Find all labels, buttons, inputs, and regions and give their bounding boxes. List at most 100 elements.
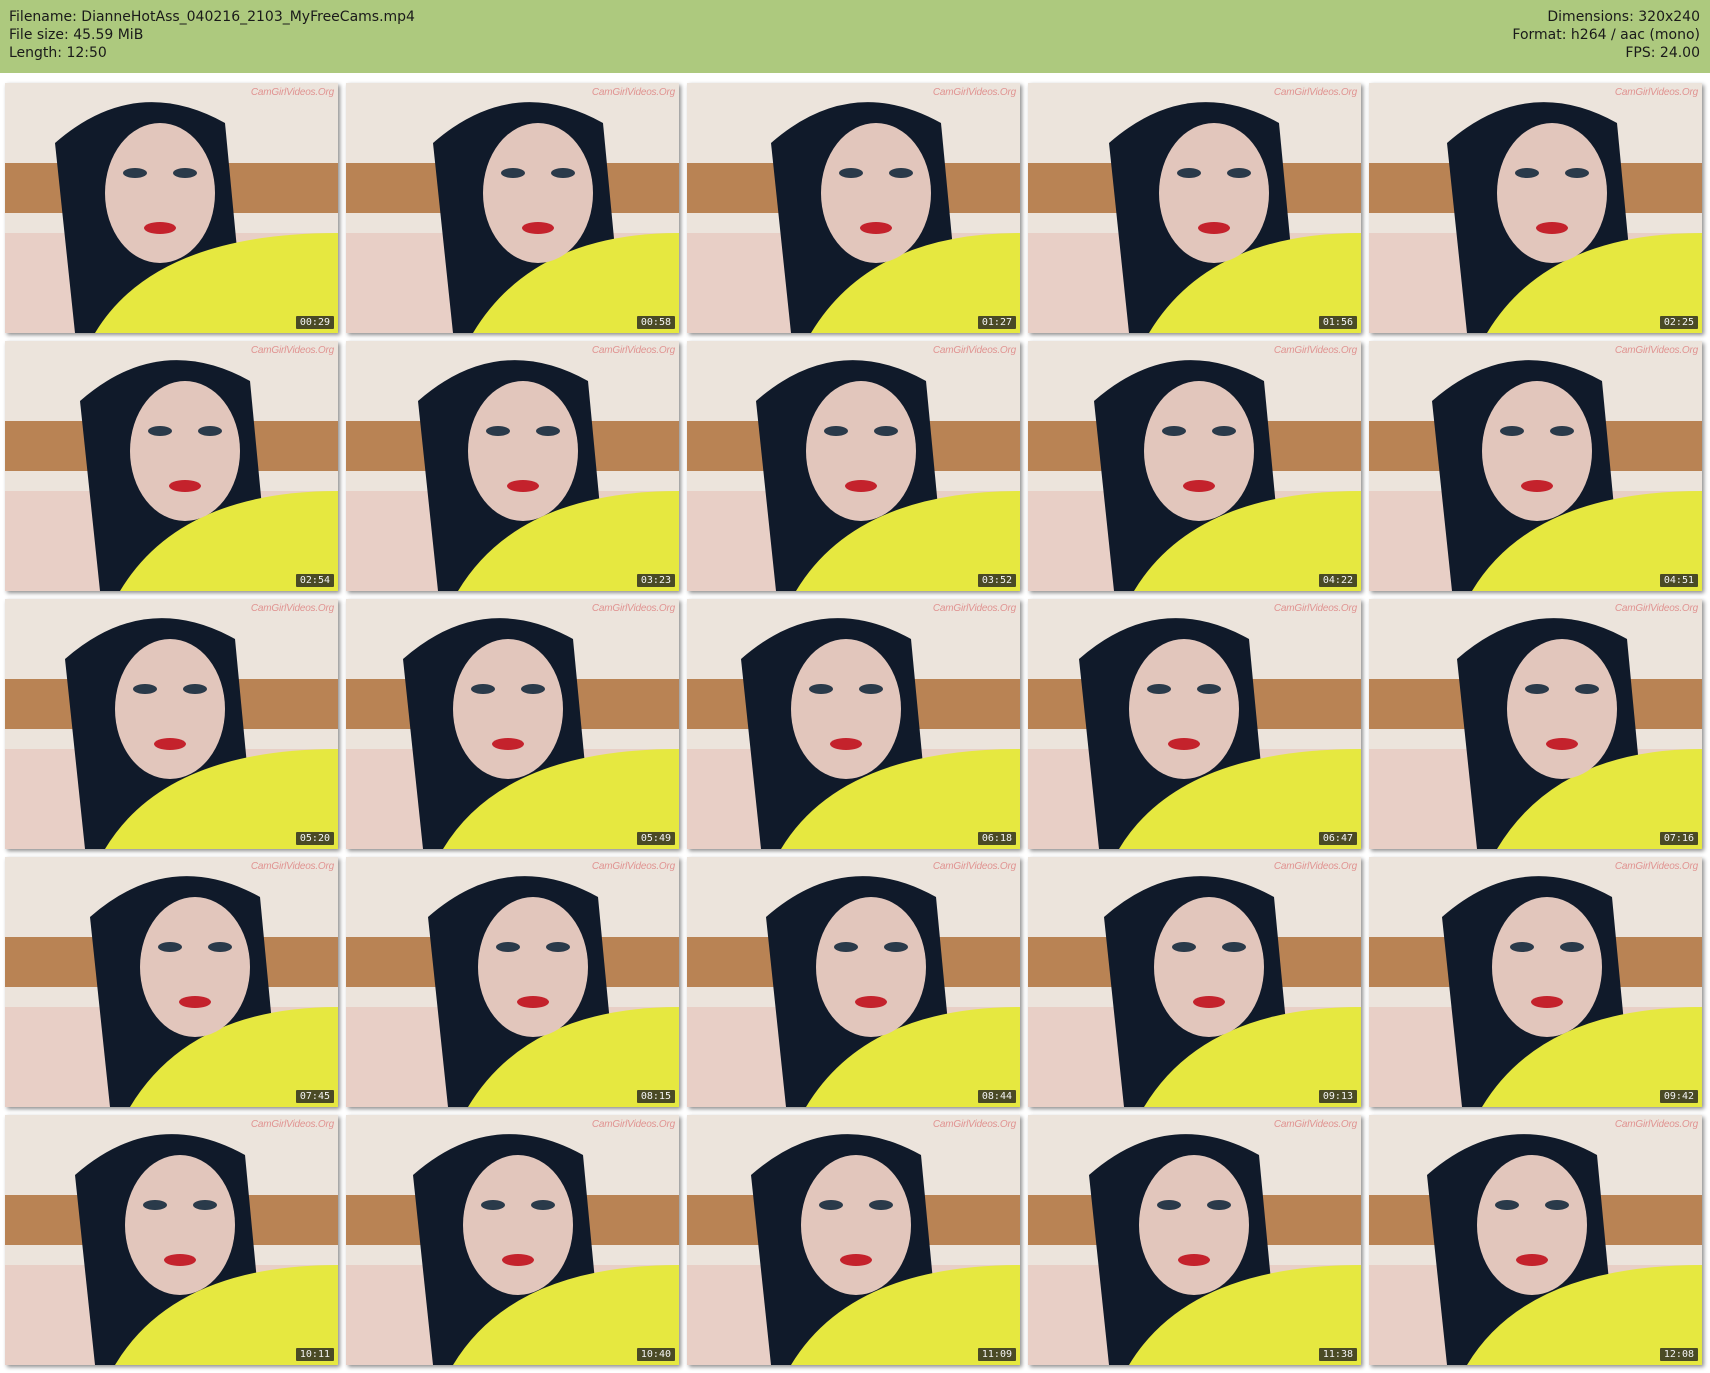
video-frame-image: [1369, 83, 1702, 333]
watermark-text: CamGirlVideos.Org: [1273, 603, 1357, 614]
filesize-text: File size: 45.59 MiB: [9, 27, 144, 43]
video-frame-image: [1369, 341, 1702, 591]
video-thumbnail[interactable]: CamGirlVideos.Org 02:25: [1369, 83, 1702, 333]
thumbnail-timestamp: 00:29: [295, 316, 334, 329]
video-frame-image: [1369, 1115, 1702, 1365]
video-thumbnail[interactable]: CamGirlVideos.Org 03:52: [687, 341, 1020, 591]
dimensions-text: Dimensions: 320x240: [1547, 9, 1700, 25]
video-frame-image: [1028, 599, 1361, 849]
thumbnail-grid: CamGirlVideos.Org 00:29 CamGirlVideos.Org 0…: [0, 73, 1710, 1373]
watermark-text: CamGirlVideos.Org: [1614, 87, 1698, 98]
watermark-text: CamGirlVideos.Org: [1273, 87, 1357, 98]
video-frame-image: [687, 83, 1020, 333]
video-frame-image: [346, 599, 679, 849]
video-thumbnail[interactable]: CamGirlVideos.Org 00:29: [5, 83, 338, 333]
thumbnail-timestamp: 01:27: [977, 316, 1016, 329]
thumbnail-timestamp: 03:52: [977, 574, 1016, 587]
video-thumbnail[interactable]: CamGirlVideos.Org 06:18: [687, 599, 1020, 849]
video-frame-image: [346, 341, 679, 591]
watermark-text: CamGirlVideos.Org: [250, 603, 334, 614]
thumbnail-timestamp: 04:51: [1659, 574, 1698, 587]
thumbnail-timestamp: 08:15: [636, 1090, 675, 1103]
watermark-text: CamGirlVideos.Org: [932, 87, 1016, 98]
video-frame-image: [687, 857, 1020, 1107]
file-meta-right: Dimensions: 320x240 Format: h264 / aac (…: [1512, 8, 1700, 62]
video-thumbnail[interactable]: CamGirlVideos.Org 05:20: [5, 599, 338, 849]
watermark-text: CamGirlVideos.Org: [591, 1119, 675, 1130]
length-text: Length: 12:50: [9, 45, 107, 61]
video-thumbnail[interactable]: CamGirlVideos.Org 05:49: [346, 599, 679, 849]
video-thumbnail[interactable]: CamGirlVideos.Org 02:54: [5, 341, 338, 591]
thumbnail-timestamp: 09:13: [1318, 1090, 1357, 1103]
watermark-text: CamGirlVideos.Org: [591, 345, 675, 356]
thumbnail-timestamp: 11:09: [977, 1348, 1016, 1361]
watermark-text: CamGirlVideos.Org: [1614, 603, 1698, 614]
watermark-text: CamGirlVideos.Org: [591, 603, 675, 614]
video-frame-image: [687, 1115, 1020, 1365]
watermark-text: CamGirlVideos.Org: [1614, 345, 1698, 356]
watermark-text: CamGirlVideos.Org: [250, 1119, 334, 1130]
thumbnail-timestamp: 01:56: [1318, 316, 1357, 329]
video-frame-image: [1369, 599, 1702, 849]
watermark-text: CamGirlVideos.Org: [591, 861, 675, 872]
video-frame-image: [687, 341, 1020, 591]
video-thumbnail[interactable]: CamGirlVideos.Org 03:23: [346, 341, 679, 591]
thumbnail-timestamp: 02:54: [295, 574, 334, 587]
thumbnail-timestamp: 12:08: [1659, 1348, 1698, 1361]
info-header: Filename: DianneHotAss_040216_2103_MyFre…: [0, 0, 1710, 73]
video-frame-image: [346, 857, 679, 1107]
watermark-text: CamGirlVideos.Org: [1273, 861, 1357, 872]
watermark-text: CamGirlVideos.Org: [1614, 1119, 1698, 1130]
video-frame-image: [5, 341, 338, 591]
thumbnail-timestamp: 03:23: [636, 574, 675, 587]
format-text: Format: h264 / aac (mono): [1512, 27, 1700, 43]
watermark-text: CamGirlVideos.Org: [1614, 861, 1698, 872]
thumbnail-timestamp: 11:38: [1318, 1348, 1357, 1361]
thumbnail-timestamp: 07:16: [1659, 832, 1698, 845]
video-thumbnail[interactable]: CamGirlVideos.Org 00:58: [346, 83, 679, 333]
watermark-text: CamGirlVideos.Org: [932, 861, 1016, 872]
watermark-text: CamGirlVideos.Org: [250, 87, 334, 98]
watermark-text: CamGirlVideos.Org: [1273, 1119, 1357, 1130]
thumbnail-timestamp: 10:11: [295, 1348, 334, 1361]
watermark-text: CamGirlVideos.Org: [932, 603, 1016, 614]
video-thumbnail[interactable]: CamGirlVideos.Org 04:51: [1369, 341, 1702, 591]
video-thumbnail[interactable]: CamGirlVideos.Org 09:13: [1028, 857, 1361, 1107]
thumbnail-timestamp: 08:44: [977, 1090, 1016, 1103]
video-thumbnail[interactable]: CamGirlVideos.Org 07:45: [5, 857, 338, 1107]
video-frame-image: [1028, 1115, 1361, 1365]
video-thumbnail[interactable]: CamGirlVideos.Org 10:40: [346, 1115, 679, 1365]
video-frame-image: [346, 1115, 679, 1365]
fps-text: FPS: 24.00: [1625, 45, 1700, 61]
video-thumbnail[interactable]: CamGirlVideos.Org 06:47: [1028, 599, 1361, 849]
thumbnail-timestamp: 04:22: [1318, 574, 1357, 587]
file-meta-left: Filename: DianneHotAss_040216_2103_MyFre…: [9, 8, 415, 62]
video-frame-image: [5, 83, 338, 333]
video-thumbnail[interactable]: CamGirlVideos.Org 11:09: [687, 1115, 1020, 1365]
video-thumbnail[interactable]: CamGirlVideos.Org 09:42: [1369, 857, 1702, 1107]
thumbnail-timestamp: 09:42: [1659, 1090, 1698, 1103]
thumbnail-timestamp: 05:20: [295, 832, 334, 845]
video-frame-image: [1369, 857, 1702, 1107]
watermark-text: CamGirlVideos.Org: [250, 345, 334, 356]
thumbnail-timestamp: 02:25: [1659, 316, 1698, 329]
watermark-text: CamGirlVideos.Org: [932, 345, 1016, 356]
filename-text: Filename: DianneHotAss_040216_2103_MyFre…: [9, 9, 415, 25]
thumbnail-timestamp: 06:47: [1318, 832, 1357, 845]
video-thumbnail[interactable]: CamGirlVideos.Org 08:44: [687, 857, 1020, 1107]
thumbnail-timestamp: 06:18: [977, 832, 1016, 845]
video-frame-image: [5, 599, 338, 849]
video-thumbnail[interactable]: CamGirlVideos.Org 11:38: [1028, 1115, 1361, 1365]
video-thumbnail[interactable]: CamGirlVideos.Org 04:22: [1028, 341, 1361, 591]
video-thumbnail[interactable]: CamGirlVideos.Org 01:27: [687, 83, 1020, 333]
thumbnail-timestamp: 10:40: [636, 1348, 675, 1361]
video-thumbnail[interactable]: CamGirlVideos.Org 01:56: [1028, 83, 1361, 333]
video-frame-image: [1028, 341, 1361, 591]
video-thumbnail[interactable]: CamGirlVideos.Org 12:08: [1369, 1115, 1702, 1365]
video-thumbnail[interactable]: CamGirlVideos.Org 07:16: [1369, 599, 1702, 849]
video-frame-image: [1028, 83, 1361, 333]
video-frame-image: [1028, 857, 1361, 1107]
video-thumbnail[interactable]: CamGirlVideos.Org 10:11: [5, 1115, 338, 1365]
video-frame-image: [5, 857, 338, 1107]
video-thumbnail[interactable]: CamGirlVideos.Org 08:15: [346, 857, 679, 1107]
